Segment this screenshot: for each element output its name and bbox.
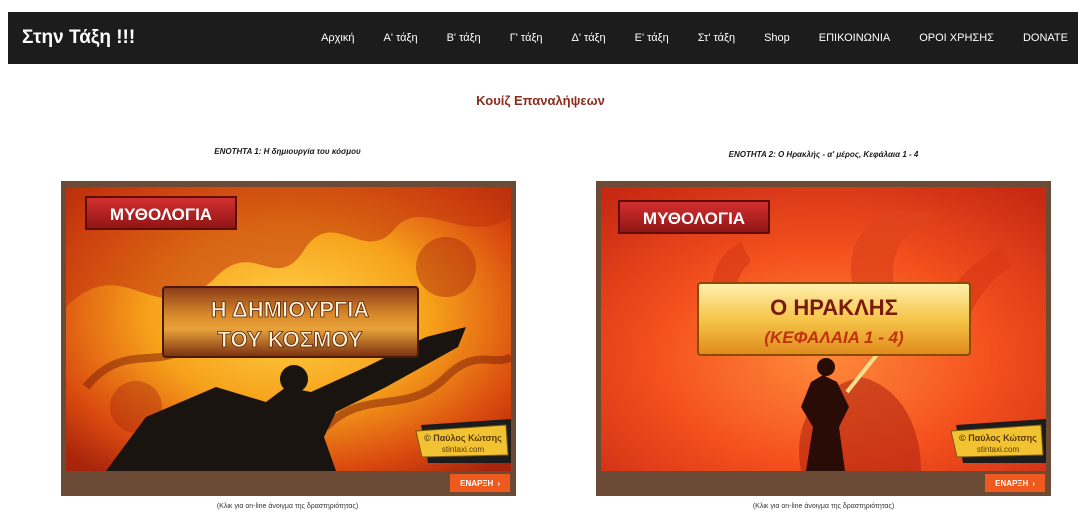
quiz-2-credit-site: stintaxi.com <box>977 445 1020 454</box>
nav-shop[interactable]: Shop <box>764 32 790 44</box>
quiz-2-title-line2: (ΚΕΦΑΛΑΙΑ 1 - 4) <box>764 328 904 347</box>
top-navbar: Στην Τάξη !!! Αρχική Α' τάξη Β' τάξη Γ' … <box>8 12 1078 64</box>
nav-grade-a[interactable]: Α' τάξη <box>384 32 418 44</box>
nav-grade-c[interactable]: Γ' τάξη <box>510 32 543 44</box>
start-label: ΕΝΑΡΞΗ <box>460 478 494 488</box>
quiz-1-cover-image[interactable]: ΜΥΘΟΛΟΓΙΑ Η ΔΗΜΙΟΥΡΓΙΑ ΤΟΥ ΚΟΣΜΟΥ © Παύλ… <box>66 187 511 471</box>
nav-grade-e[interactable]: Ε' τάξη <box>635 32 669 44</box>
chevron-right-icon: › <box>1032 478 1035 488</box>
quiz-1-title-line2: ΤΟΥ ΚΟΣΜΟΥ <box>217 327 362 352</box>
quiz-1-note: (Κλικ για on-line άνοιγμα της δραστηριότ… <box>216 503 359 510</box>
nav-grade-d[interactable]: Δ' τάξη <box>572 32 606 44</box>
quiz-2-start-button[interactable]: ΕΝΑΡΞΗ › <box>985 474 1045 492</box>
chevron-right-icon: › <box>497 478 500 488</box>
badge-label: ΜΥΘΟΛΟΓΙΑ <box>643 209 745 228</box>
nav-grade-f[interactable]: Στ' τάξη <box>698 32 735 44</box>
quiz-1-credit-site: stintaxi.com <box>442 445 485 454</box>
quiz-2-card[interactable]: ΜΥΘΟΛΟΓΙΑ Ο ΗΡΑΚΛΗΣ (ΚΕΦΑΛΑΙΑ 1 - 4) © Π… <box>596 181 1051 496</box>
main-nav: Αρχική Α' τάξη Β' τάξη Γ' τάξη Δ' τάξη Ε… <box>321 32 1068 44</box>
quiz-1-title-line1: Η ΔΗΜΙΟΥΡΓΙΑ <box>211 297 370 322</box>
quiz-2-note: (Κλικ για on-line άνοιγμα της δραστηριότ… <box>752 503 895 510</box>
figure-head-icon <box>280 365 308 393</box>
badge-label: ΜΥΘΟΛΟΓΙΑ <box>110 205 212 224</box>
quiz-1-credit-name: © Παύλος Κώτσης <box>424 433 502 443</box>
quiz-2-title-line1: Ο ΗΡΑΚΛΗΣ <box>770 295 898 320</box>
start-label: ΕΝΑΡΞΗ <box>995 478 1029 488</box>
quiz-2-caption: ΕΝΟΤΗΤΑ 2: Ο Ηρακλής - α' μέρος, Κεφάλαι… <box>728 150 919 159</box>
quiz-1-caption: ΕΝΟΤΗΤΑ 1: Η δημιουργία του κόσμου <box>214 147 361 156</box>
nav-donate[interactable]: DONATE <box>1023 32 1068 44</box>
nav-contact[interactable]: ΕΠΙΚΟΙΝΩΝΙΑ <box>819 32 890 44</box>
quiz-2-cover-image[interactable]: ΜΥΘΟΛΟΓΙΑ Ο ΗΡΑΚΛΗΣ (ΚΕΦΑΛΑΙΑ 1 - 4) © Π… <box>601 187 1046 471</box>
quiz-1-start-button[interactable]: ΕΝΑΡΞΗ › <box>450 474 510 492</box>
site-logo-text[interactable]: Στην Τάξη !!! <box>22 27 135 49</box>
nav-terms[interactable]: ΟΡΟΙ ΧΡΗΣΗΣ <box>919 32 994 44</box>
nav-home[interactable]: Αρχική <box>321 32 354 44</box>
nav-grade-b[interactable]: Β' τάξη <box>447 32 481 44</box>
quiz-2-credit-name: © Παύλος Κώτσης <box>959 433 1037 443</box>
quiz-1-card[interactable]: ΜΥΘΟΛΟΓΙΑ Η ΔΗΜΙΟΥΡΓΙΑ ΤΟΥ ΚΟΣΜΟΥ © Παύλ… <box>61 181 516 496</box>
page-title: Κουίζ Επαναλήψεων <box>476 93 605 108</box>
